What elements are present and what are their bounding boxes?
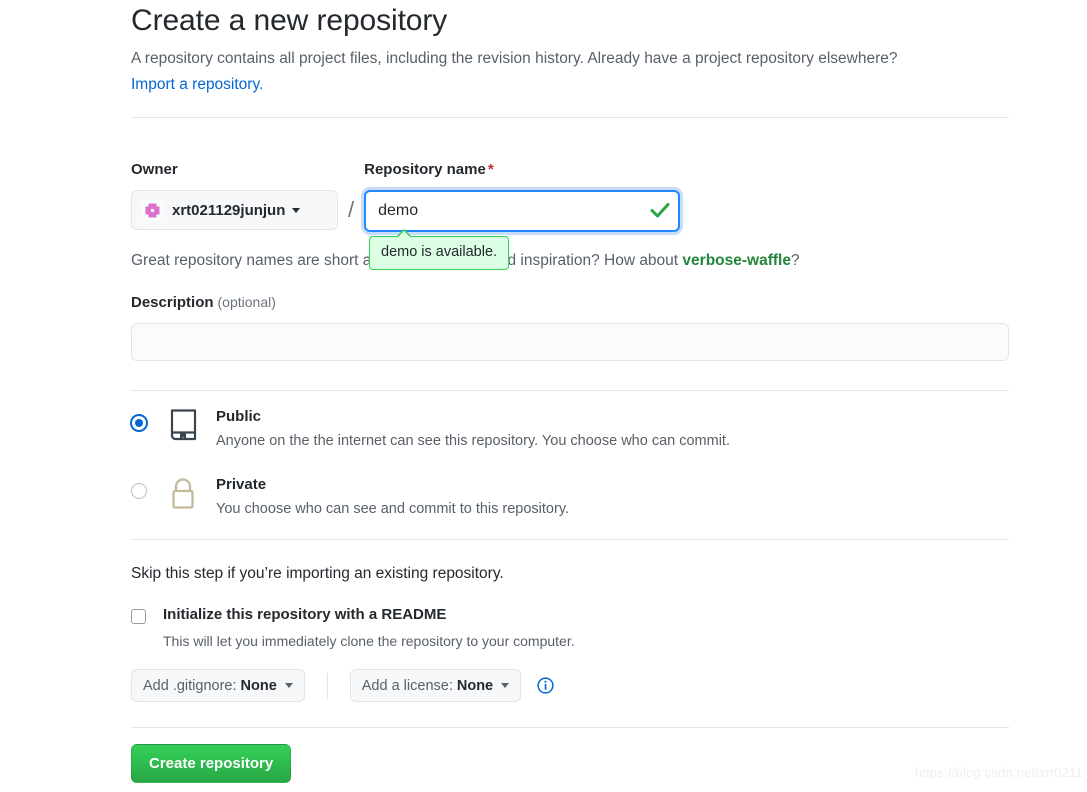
readme-text-block: Initialize this repository with a README…	[163, 605, 575, 651]
owner-dropdown[interactable]: xrt021129junjun	[131, 190, 338, 230]
divider-initialize	[131, 539, 1009, 540]
lock-icon	[168, 474, 200, 515]
owner-label: Owner	[131, 161, 178, 178]
info-circle-icon[interactable]	[537, 677, 554, 694]
description-input[interactable]	[131, 323, 1009, 361]
readme-label: Initialize this repository with a README	[163, 606, 447, 623]
visibility-option-private[interactable]: Private You choose who can see and commi…	[131, 474, 1009, 520]
repository-name-input[interactable]	[364, 190, 681, 232]
watermark: https://blog.csdn.net/xrt0211	[914, 765, 1083, 780]
visibility-public-text: Public Anyone on the the internet can se…	[216, 406, 730, 452]
divider-visibility	[131, 390, 1009, 391]
description-optional-label: (optional)	[217, 294, 276, 310]
divider-top	[131, 117, 1009, 118]
identicon-avatar	[142, 199, 163, 221]
owner-name: xrt021129junjun	[172, 201, 286, 219]
visibility-option-public[interactable]: Public Anyone on the the internet can se…	[131, 406, 1009, 452]
visibility-private-subtitle: You choose who can see and commit to thi…	[216, 501, 570, 517]
radio-public[interactable]	[131, 415, 147, 431]
radio-private[interactable]	[131, 483, 147, 499]
description-label: Description	[131, 294, 214, 311]
license-dropdown[interactable]: Add a license: None	[349, 669, 522, 702]
divider-submit	[131, 727, 1009, 728]
header-section: Create a new repository A repository con…	[131, 0, 1009, 98]
repo-book-icon	[168, 406, 200, 447]
gitignore-prefix: Add .gitignore:	[143, 677, 237, 694]
owner-field-group: Owner xrt021129junjun	[131, 160, 338, 230]
readme-checkbox[interactable]	[131, 609, 146, 624]
button-separator	[326, 672, 328, 699]
repository-name-label-text: Repository name	[364, 161, 486, 178]
availability-tooltip: demo is available.	[369, 229, 510, 270]
page-description-text: A repository contains all project files,…	[131, 50, 898, 67]
page-description: A repository contains all project files,…	[131, 46, 1009, 98]
visibility-section: Public Anyone on the the internet can se…	[131, 406, 1009, 542]
gitignore-dropdown[interactable]: Add .gitignore: None	[131, 669, 305, 702]
hint-question-mark: ?	[790, 252, 800, 269]
chevron-down-icon	[292, 207, 301, 213]
gitignore-value: None	[240, 677, 277, 694]
visibility-private-title: Private	[216, 476, 267, 493]
description-section: Description (optional)	[131, 294, 1009, 361]
readme-checkbox-row[interactable]: Initialize this repository with a README…	[131, 605, 1009, 651]
license-prefix: Add a license:	[361, 677, 453, 694]
create-repository-button[interactable]: Create repository	[131, 744, 292, 783]
create-repository-page: Create a new repository A repository con…	[0, 0, 1087, 792]
chevron-down-icon	[501, 683, 510, 688]
readme-sublabel: This will let you immediately clone the …	[163, 633, 575, 649]
visibility-public-subtitle: Anyone on the the internet can see this …	[216, 433, 730, 449]
page-title: Create a new repository	[131, 4, 448, 37]
initialize-lead-text: Skip this step if you’re importing an ex…	[131, 565, 504, 582]
chevron-down-icon	[284, 683, 293, 688]
license-value: None	[456, 677, 494, 694]
visibility-public-title: Public	[216, 408, 262, 425]
repository-name-label: Repository name *	[364, 160, 680, 180]
suggested-name-link[interactable]: verbose-waffle	[682, 252, 791, 269]
template-buttons-row: Add .gitignore: None Add a license: None	[131, 669, 554, 702]
repository-name-input-wrap	[364, 190, 681, 232]
required-marker: *	[487, 161, 494, 178]
owner-and-name-row: Owner xrt021129junjun / Repository name …	[131, 160, 681, 232]
repo-name-field-group: Repository name *	[364, 160, 681, 232]
import-repository-link[interactable]: Import a repository.	[131, 76, 263, 93]
description-label-row: Description (optional)	[131, 294, 1009, 312]
initialize-section: Skip this step if you’re importing an ex…	[131, 562, 1009, 651]
visibility-private-text: Private You choose who can see and commi…	[216, 474, 569, 520]
path-separator: /	[348, 197, 355, 222]
